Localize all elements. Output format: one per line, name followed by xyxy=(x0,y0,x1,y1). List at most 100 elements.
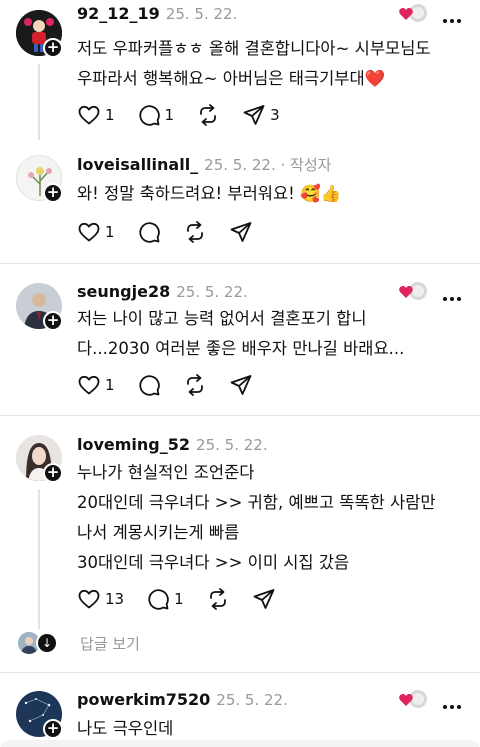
liked-by-avatars[interactable] xyxy=(398,280,428,302)
post-text-line: 20대인데 극우녀다 >> 귀함, 예쁘고 똑똑한 사람만 xyxy=(77,493,436,512)
send-icon xyxy=(243,105,265,125)
comment-count: 1 xyxy=(174,590,184,608)
send-icon xyxy=(253,589,275,609)
author-tag: · 작성자 xyxy=(275,156,332,174)
username[interactable]: 92_12_19 xyxy=(77,4,160,23)
send-icon xyxy=(230,222,251,242)
repost-icon xyxy=(186,221,203,243)
like-count: 1 xyxy=(105,223,115,241)
action-bar: 1 1 3 xyxy=(77,103,302,127)
repost-button[interactable] xyxy=(183,220,207,244)
comment-icon xyxy=(148,589,169,610)
like-count: 13 xyxy=(105,590,125,608)
post-date: 25. 5. 22. xyxy=(204,156,276,174)
post-text-line: 우파라서 행복해요~ 아버님은 태극기부대❤️ xyxy=(77,69,386,88)
username[interactable]: loveisallinall_ xyxy=(77,155,198,174)
comment-button[interactable]: 1 xyxy=(137,103,175,127)
share-button[interactable] xyxy=(229,220,253,244)
post-text-line: 나도 극우인데 xyxy=(77,719,174,738)
repost-button[interactable] xyxy=(183,373,207,397)
liked-heart-icon xyxy=(399,4,427,22)
post-3: + seungje28 25. 5. 22. 저는 나이 많고 능력 없어서 결혼… xyxy=(0,278,480,408)
share-count: 3 xyxy=(270,106,280,124)
heart-icon xyxy=(78,222,100,242)
post-content: 저도 우파커플ㅎㅎ 올해 결혼합니다아~ 시부모님도 우파라서 행복해요~ 아버… xyxy=(77,36,431,96)
heart-icon xyxy=(78,589,100,609)
post-date: 25. 5. 22. xyxy=(165,5,238,23)
like-button[interactable]: 13 xyxy=(77,587,124,611)
username[interactable]: loveming_52 xyxy=(77,435,190,454)
comment-count: 1 xyxy=(164,106,175,124)
like-count: 1 xyxy=(105,376,115,394)
post-content: 누나가 현실적인 조언준다 20대인데 극우녀다 >> 귀함, 예쁘고 똑똑한 … xyxy=(77,460,436,580)
view-replies-label[interactable]: 답글 보기 xyxy=(80,633,140,654)
username[interactable]: powerkim7520 xyxy=(77,690,210,709)
post-header: seungje28 25. 5. 22. xyxy=(77,282,248,301)
post-date: 25. 5. 22. xyxy=(196,436,268,454)
post-text-line: 다...2030 여러분 좋은 배우자 만나길 바래요... xyxy=(77,339,405,358)
post-2: + loveisallinall_ 25. 5. 22. · 작성자 와! 정말 … xyxy=(0,150,480,260)
divider xyxy=(0,415,480,416)
post-text-line: 누나가 현실적인 조언준다 xyxy=(77,463,255,482)
like-button[interactable]: 1 xyxy=(77,220,115,244)
more-options-icon[interactable] xyxy=(441,694,462,713)
like-button[interactable]: 1 xyxy=(77,103,115,127)
send-icon xyxy=(230,375,251,395)
repost-button[interactable] xyxy=(196,103,220,127)
liked-by-avatars[interactable] xyxy=(398,688,428,710)
liked-heart-icon xyxy=(399,282,427,300)
comment-button[interactable]: 1 xyxy=(146,587,184,611)
thread-line xyxy=(38,489,40,629)
post-date: 25. 5. 22. xyxy=(216,691,288,709)
post-header: 92_12_19 25. 5. 22. xyxy=(77,4,237,23)
repost-icon xyxy=(209,588,226,610)
heart-icon xyxy=(78,375,100,395)
repost-icon xyxy=(200,104,216,126)
comment-icon xyxy=(138,375,160,396)
post-text-line: 나서 계몽시키는게 빠름 xyxy=(77,523,240,542)
share-button[interactable]: 3 xyxy=(242,103,280,127)
post-date: 25. 5. 22. xyxy=(176,283,248,301)
like-count: 1 xyxy=(105,106,115,124)
comment-icon xyxy=(138,222,160,243)
more-options-icon[interactable] xyxy=(441,286,462,305)
action-bar: 1 xyxy=(77,373,275,397)
liked-by-avatars[interactable] xyxy=(398,2,428,24)
follow-plus-icon[interactable]: + xyxy=(43,38,63,58)
repost-icon xyxy=(186,374,203,396)
post-1: + 92_12_19 25. 5. 22. 저도 우파커플ㅎㅎ 올해 결혼합니다아… xyxy=(0,0,480,145)
post-text-line: 30대인데 극우녀다 >> 이미 시집 갔음 xyxy=(77,553,350,572)
comment-button[interactable] xyxy=(137,220,161,244)
like-button[interactable]: 1 xyxy=(77,373,115,397)
follow-plus-icon[interactable]: + xyxy=(43,463,63,483)
divider xyxy=(0,672,480,673)
comment-icon xyxy=(138,105,160,126)
comment-button[interactable] xyxy=(137,373,161,397)
thread-line xyxy=(38,64,40,140)
liked-heart-icon xyxy=(399,690,427,708)
heart-icon xyxy=(78,105,100,125)
view-replies-row[interactable]: ↓ 답글 보기 xyxy=(18,632,140,654)
username[interactable]: seungje28 xyxy=(77,282,170,301)
post-5: + powerkim7520 25. 5. 22. 나도 극우인데 xyxy=(0,686,480,747)
divider xyxy=(0,263,480,264)
post-text-line: 저는 나이 많고 능력 없어서 결혼포기 합니 xyxy=(77,309,367,328)
follow-plus-icon[interactable]: + xyxy=(43,311,63,331)
post-text-line: 와! 정말 축하드려요! 부러워요! 🥰👍 xyxy=(77,184,342,203)
repost-button[interactable] xyxy=(206,587,230,611)
share-button[interactable] xyxy=(252,587,276,611)
action-bar: 13 1 xyxy=(77,587,298,611)
post-4: + loveming_52 25. 5. 22. 누나가 현실적인 조언준다 20… xyxy=(0,431,480,629)
post-content: 와! 정말 축하드려요! 부러워요! 🥰👍 xyxy=(77,181,341,211)
expand-replies-icon[interactable]: ↓ xyxy=(36,632,58,654)
reply-input-bar[interactable] xyxy=(0,740,480,747)
follow-plus-icon[interactable]: + xyxy=(43,183,63,203)
post-text-line: 저도 우파커플ㅎㅎ 올해 결혼합니다아~ 시부모님도 xyxy=(77,39,431,58)
follow-plus-icon[interactable]: + xyxy=(43,719,63,739)
post-header: powerkim7520 25. 5. 22. xyxy=(77,690,288,709)
share-button[interactable] xyxy=(229,373,253,397)
more-options-icon[interactable] xyxy=(441,8,462,27)
post-header: loveisallinall_ 25. 5. 22. · 작성자 xyxy=(77,154,331,175)
post-header: loveming_52 25. 5. 22. xyxy=(77,435,268,454)
post-content: 저는 나이 많고 능력 없어서 결혼포기 합니 다...2030 여러분 좋은 … xyxy=(77,306,404,366)
